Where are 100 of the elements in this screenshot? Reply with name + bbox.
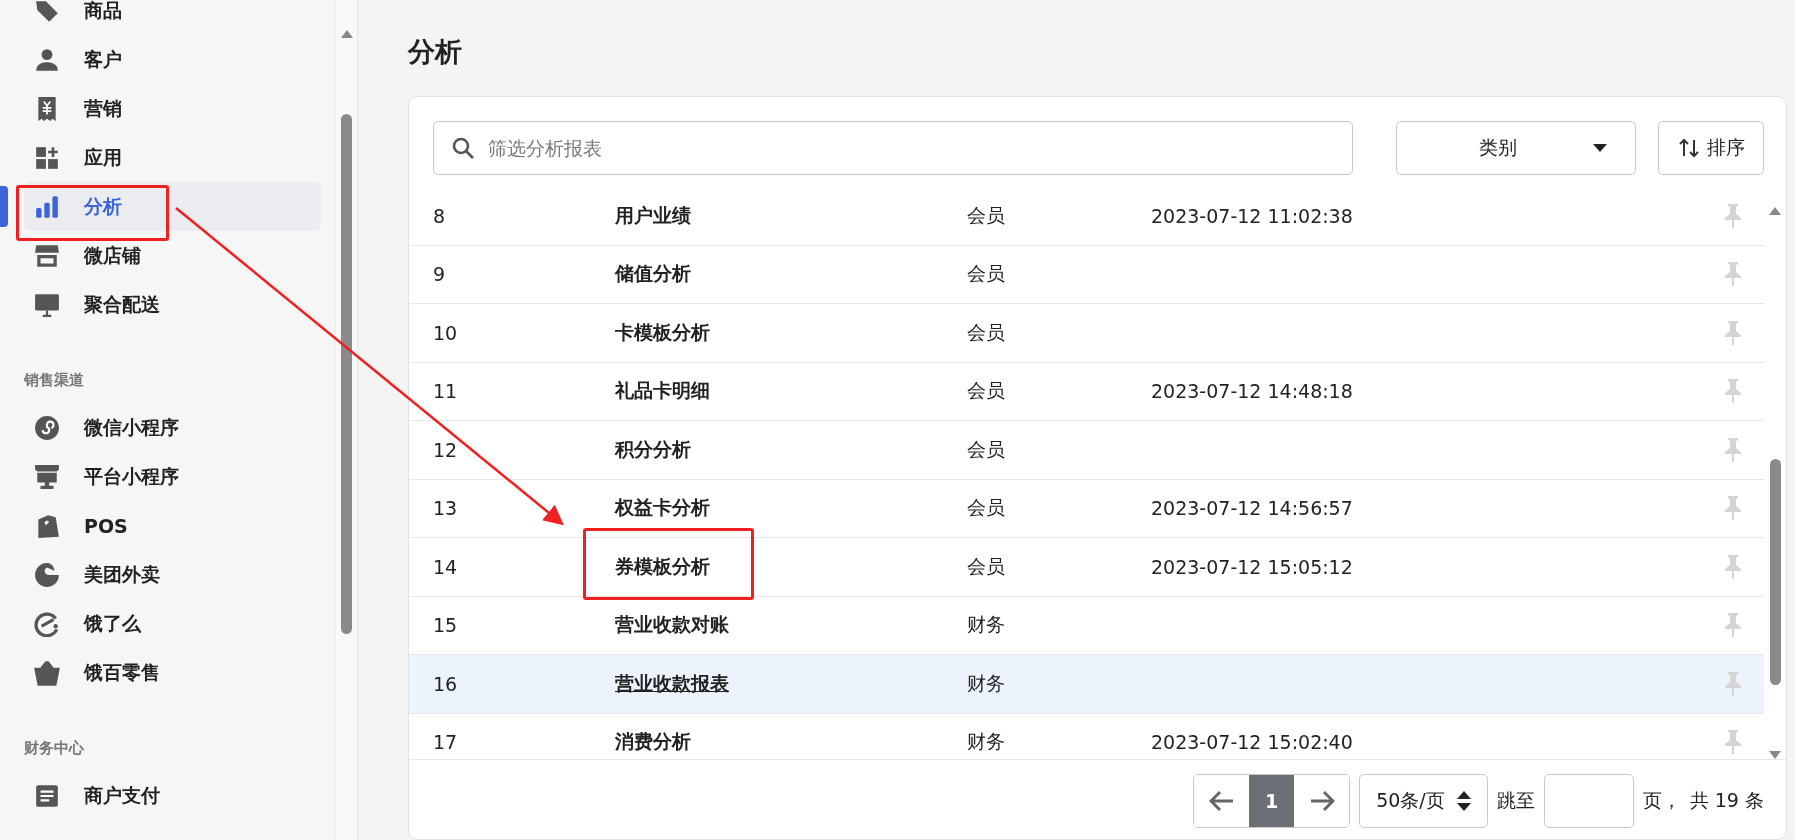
time-cell-text: 2023-07-12 15:02:40 xyxy=(1151,731,1354,754)
table-row[interactable]: 14 券模板分析 会员 2023-07-12 15:05:12 xyxy=(409,538,1764,597)
section-heading: 财务中心 xyxy=(24,738,85,759)
total-count: 共 19 条 xyxy=(1689,788,1764,813)
sort-arrows-icon xyxy=(1677,136,1701,160)
link-circle-icon xyxy=(34,414,60,441)
e-letter-icon xyxy=(34,610,60,637)
category-cell-text: 会员 xyxy=(967,202,1006,228)
category-cell-text: 会员 xyxy=(967,553,1006,579)
basket-icon xyxy=(34,659,60,686)
scrollbar-thumb[interactable] xyxy=(341,114,352,634)
nav-item[interactable]: 饿了么 xyxy=(24,599,321,648)
time-cell-text: 2023-07-12 14:56:57 xyxy=(1151,497,1354,520)
time-cell-text: 2023-07-12 14:48:18 xyxy=(1151,380,1354,403)
report-link[interactable]: 储值分析 xyxy=(615,261,691,288)
scrollbar-thumb[interactable] xyxy=(1769,459,1781,685)
nav-item[interactable]: POS xyxy=(24,501,321,550)
category-cell-text: 会员 xyxy=(967,495,1006,521)
left-arrow-icon xyxy=(1208,790,1235,812)
time-cell-text: 2023-07-12 11:02:38 xyxy=(1151,204,1354,227)
index-cell-text: 14 xyxy=(433,555,459,578)
pin-icon[interactable] xyxy=(1724,730,1742,755)
nav-item[interactable]: 饿百零售 xyxy=(24,648,321,697)
monitor-icon xyxy=(34,291,60,318)
page-unit-label: 页， xyxy=(1642,788,1681,813)
search-field[interactable]: 筛选分析报表 xyxy=(433,121,1353,175)
category-cell-text: 财务 xyxy=(967,670,1006,696)
nav-item[interactable]: 美团外卖 xyxy=(24,550,321,599)
index-cell-text: 13 xyxy=(433,497,459,520)
document-icon xyxy=(34,782,60,809)
search-icon xyxy=(451,136,475,160)
pin-icon[interactable] xyxy=(1724,671,1742,696)
table-row[interactable]: 16 营业收款报表 财务 xyxy=(409,655,1764,714)
report-link[interactable]: 券模板分析 xyxy=(615,553,710,580)
scroll-down-icon[interactable] xyxy=(1769,751,1781,759)
table-row[interactable]: 8 用户业绩 会员 2023-07-12 11:02:38 xyxy=(409,187,1764,246)
pin-icon[interactable] xyxy=(1724,379,1742,404)
nav-item[interactable]: 商品 xyxy=(24,0,321,35)
up-down-caret-icon xyxy=(1456,791,1471,811)
report-link[interactable]: 权益卡分析 xyxy=(615,495,710,522)
pin-icon[interactable] xyxy=(1724,262,1742,287)
nav-item[interactable]: 平台小程序 xyxy=(24,452,321,501)
apps-icon xyxy=(34,144,60,171)
section-heading: 销售渠道 xyxy=(24,370,85,391)
table-row[interactable]: 10 卡模板分析 会员 xyxy=(409,304,1764,363)
caret-icon xyxy=(1593,144,1607,152)
report-link[interactable]: 用户业绩 xyxy=(615,202,691,229)
pin-icon[interactable] xyxy=(1724,613,1742,638)
kiosk-icon xyxy=(34,463,60,490)
table-row[interactable]: 17 消费分析 财务 2023-07-12 15:02:40 xyxy=(409,713,1764,759)
scroll-up-icon[interactable] xyxy=(340,30,353,38)
swirl-icon xyxy=(34,561,60,588)
pin-icon[interactable] xyxy=(1724,496,1742,521)
nav-item[interactable]: 微店铺 xyxy=(24,231,321,280)
report-link[interactable]: 营业收款报表 xyxy=(615,670,729,697)
category-cell-text: 财务 xyxy=(967,729,1006,755)
nav-item[interactable]: 微信小程序 xyxy=(24,403,321,452)
current-page-button[interactable]: 1 xyxy=(1249,775,1295,827)
index-cell-text: 16 xyxy=(433,672,459,695)
category-cell-text: 会员 xyxy=(967,436,1006,462)
index-cell-text: 12 xyxy=(433,438,459,461)
index-cell-text: 8 xyxy=(433,204,447,227)
page-input[interactable] xyxy=(1543,774,1634,828)
nav-item[interactable]: 客户 xyxy=(24,35,321,84)
category-cell-text: 会员 xyxy=(967,319,1006,345)
time-cell-text: 2023-07-12 15:05:12 xyxy=(1151,555,1354,578)
tag-icon xyxy=(34,0,60,24)
table-row[interactable]: 13 权益卡分析 会员 2023-07-12 14:56:57 xyxy=(409,479,1764,538)
pin-icon[interactable] xyxy=(1724,320,1742,345)
table-row[interactable]: 12 积分分析 会员 xyxy=(409,421,1764,480)
nav-item[interactable]: 聚合配送 xyxy=(24,280,321,329)
page-size-select[interactable]: 50条/页 xyxy=(1359,774,1488,828)
index-cell-text: 10 xyxy=(433,321,459,344)
report-link[interactable]: 营业收款对账 xyxy=(615,612,729,639)
bar-chart-icon xyxy=(34,193,60,220)
pin-icon[interactable] xyxy=(1724,437,1742,462)
index-cell-text: 11 xyxy=(433,380,459,403)
index-cell-text: 9 xyxy=(433,263,447,286)
category-cell-text: 会员 xyxy=(967,378,1006,404)
table-row[interactable]: 11 礼品卡明细 会员 2023-07-12 14:48:18 xyxy=(409,362,1764,421)
report-link[interactable]: 积分分析 xyxy=(615,436,691,463)
sort-button[interactable]: 排序 xyxy=(1658,121,1764,175)
table-row[interactable]: 9 储值分析 会员 xyxy=(409,245,1764,304)
category-cell-text: 会员 xyxy=(967,261,1006,287)
storefront-icon xyxy=(34,242,60,269)
pin-icon[interactable] xyxy=(1724,203,1742,228)
pin-icon[interactable] xyxy=(1724,554,1742,579)
nav-item[interactable]: 营销 xyxy=(24,84,321,133)
nav-item[interactable]: 应用 xyxy=(24,133,321,182)
report-link[interactable]: 礼品卡明细 xyxy=(615,378,710,405)
jump-label: 跳至 xyxy=(1496,788,1535,813)
scroll-up-icon[interactable] xyxy=(1769,207,1781,215)
person-icon xyxy=(34,46,60,73)
report-link[interactable]: 消费分析 xyxy=(615,729,691,756)
nav-item[interactable]: 商户支付 xyxy=(24,771,321,820)
index-cell-text: 17 xyxy=(433,731,459,754)
index-cell-text: 15 xyxy=(433,614,459,637)
category-dropdown[interactable]: 类别 xyxy=(1396,121,1636,175)
right-arrow-icon xyxy=(1308,790,1335,812)
report-link[interactable]: 卡模板分析 xyxy=(615,319,710,346)
